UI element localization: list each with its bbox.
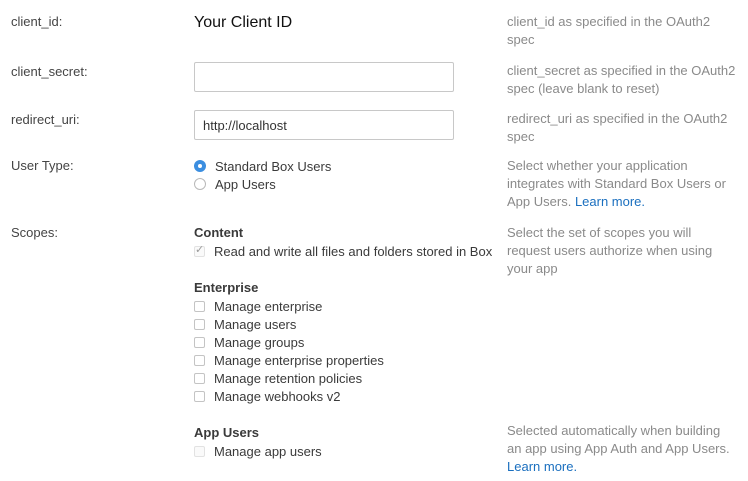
enterprise-section-title: Enterprise: [194, 280, 259, 295]
scopes-help: Select the set of scopes you will reques…: [507, 225, 713, 276]
checkbox-icon[interactable]: ✓: [194, 243, 205, 257]
checkbox-label: Manage retention policies: [214, 370, 363, 386]
checkbox-manage-enterprise[interactable]: Manage enterprise: [194, 297, 322, 315]
content-section-title: Content: [194, 225, 244, 240]
radio-unselected-icon[interactable]: [194, 178, 206, 190]
checkbox-label: Manage users: [214, 316, 297, 332]
checkbox-icon[interactable]: [194, 336, 205, 348]
checkbox-label: Read and write all files and folders sto…: [214, 243, 493, 259]
client-id-label: client_id:: [11, 14, 63, 29]
checkbox-manage-webhooks-v2[interactable]: Manage webhooks v2: [194, 387, 340, 405]
checkbox-manage-groups[interactable]: Manage groups: [194, 333, 304, 351]
client-id-help: client_id as specified in the OAuth2 spe…: [507, 14, 711, 47]
checkbox-manage-retention-policies[interactable]: Manage retention policies: [194, 369, 362, 387]
redirect-uri-input[interactable]: [194, 110, 454, 140]
redirect-uri-help: redirect_uri as specified in the OAuth2 …: [507, 111, 728, 144]
radio-app-users[interactable]: App Users: [194, 175, 276, 193]
radio-standard-box-users[interactable]: Standard Box Users: [194, 157, 331, 175]
user-type-label: User Type:: [11, 158, 74, 173]
checkbox-read-write-files[interactable]: ✓ Read and write all files and folders s…: [194, 242, 492, 260]
app-users-help: Selected automatically when building an …: [507, 422, 737, 476]
radio-option-label: Standard Box Users: [215, 158, 332, 174]
client-secret-label: client_secret:: [11, 64, 88, 79]
app-users-help-text: Selected automatically when building an …: [507, 423, 730, 456]
radio-selected-icon[interactable]: [194, 160, 206, 172]
user-type-help: Select whether your application integrat…: [507, 157, 737, 211]
checkbox-icon[interactable]: [194, 300, 205, 312]
checkbox-icon[interactable]: [194, 445, 205, 457]
app-users-section-title: App Users: [194, 425, 260, 440]
checkbox-manage-enterprise-properties[interactable]: Manage enterprise properties: [194, 351, 384, 369]
checkbox-icon[interactable]: [194, 354, 205, 366]
checkbox-label: Manage enterprise properties: [214, 352, 384, 368]
app-users-learn-more-link[interactable]: Learn more.: [507, 459, 577, 474]
scopes-label: Scopes:: [11, 225, 58, 240]
checkbox-label: Manage groups: [214, 334, 305, 350]
checkbox-icon[interactable]: [194, 390, 205, 402]
checkbox-icon[interactable]: [194, 372, 205, 384]
client-id-value: Your Client ID: [194, 14, 293, 31]
checkbox-label: Manage enterprise: [214, 298, 323, 314]
user-type-learn-more-link[interactable]: Learn more.: [575, 194, 645, 209]
checkbox-manage-app-users[interactable]: Manage app users: [194, 442, 322, 460]
checkbox-label: Manage app users: [214, 443, 322, 459]
radio-option-label: App Users: [215, 176, 276, 192]
checkbox-icon[interactable]: [194, 318, 205, 330]
checkmark-icon: ✓: [195, 243, 205, 256]
client-secret-help: client_secret as specified in the OAuth2…: [507, 63, 736, 96]
checkbox-label: Manage webhooks v2: [214, 388, 341, 404]
client-secret-input[interactable]: [194, 62, 454, 92]
redirect-uri-label: redirect_uri:: [11, 112, 80, 127]
checkbox-manage-users[interactable]: Manage users: [194, 315, 296, 333]
